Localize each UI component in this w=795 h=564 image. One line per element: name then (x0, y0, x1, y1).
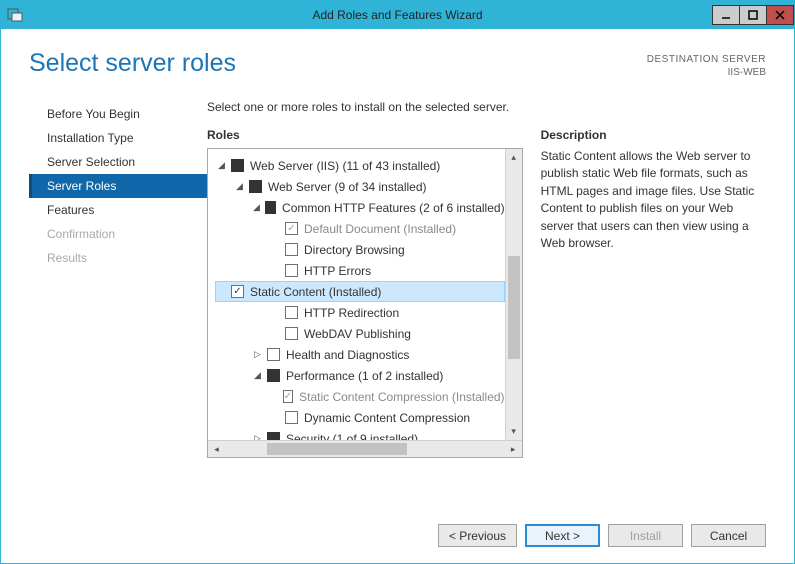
previous-button[interactable]: < Previous (438, 524, 517, 547)
tree-node[interactable]: HTTP Errors (216, 260, 505, 281)
tree-node[interactable]: Directory Browsing (216, 239, 505, 260)
tree-node-label: HTTP Redirection (304, 306, 399, 320)
next-button[interactable]: Next > (525, 524, 600, 547)
destination-info: DESTINATION SERVER IIS-WEB (647, 53, 766, 79)
scroll-up-icon[interactable]: ▴ (506, 149, 522, 166)
tree-node[interactable]: HTTP Redirection (216, 302, 505, 323)
tree-node-label: Web Server (IIS) (11 of 43 installed) (250, 159, 440, 173)
wizard-footer: < Previous Next > Install Cancel (207, 510, 766, 563)
checkbox[interactable] (267, 432, 280, 440)
chevron-down-icon[interactable]: ◢ (216, 160, 227, 171)
cancel-button[interactable]: Cancel (691, 524, 766, 547)
horizontal-scroll-thumb[interactable] (267, 443, 407, 455)
roles-heading: Roles (207, 128, 523, 142)
tree-node[interactable]: Static Content (Installed) (215, 281, 505, 302)
tree-node-label: Static Content (Installed) (250, 285, 381, 299)
tree-node[interactable]: ◢ Web Server (9 of 34 installed) (216, 176, 505, 197)
tree-node-label: Dynamic Content Compression (304, 411, 470, 425)
tree-node-label: Web Server (9 of 34 installed) (268, 180, 427, 194)
checkbox[interactable] (249, 180, 262, 193)
checkbox[interactable] (285, 243, 298, 256)
chevron-right-icon[interactable]: ▷ (252, 349, 263, 360)
tree-node[interactable]: ◢ Common HTTP Features (2 of 6 installed) (216, 197, 505, 218)
wizard-steps-sidebar: Before You BeginInstallation TypeServer … (29, 100, 207, 563)
titlebar: Add Roles and Features Wizard (1, 1, 794, 29)
checkbox[interactable] (231, 159, 244, 172)
wizard-step-2[interactable]: Server Selection (29, 150, 207, 174)
tree-node[interactable]: ◢ Web Server (IIS) (11 of 43 installed) (216, 155, 505, 176)
window-controls (713, 5, 794, 25)
tree-node[interactable]: ▷ Security (1 of 9 installed) (216, 428, 505, 440)
wizard-step-6: Results (29, 246, 207, 270)
tree-node-label: Default Document (Installed) (304, 222, 456, 236)
destination-server: IIS-WEB (647, 66, 766, 79)
window-title: Add Roles and Features Wizard (1, 8, 794, 22)
tree-node-label: Static Content Compression (Installed) (299, 390, 504, 404)
minimize-button[interactable] (712, 5, 740, 25)
close-button[interactable] (766, 5, 794, 25)
tree-node[interactable]: ▷ Health and Diagnostics (216, 344, 505, 365)
wizard-step-4[interactable]: Features (29, 198, 207, 222)
tree-node-label: Common HTTP Features (2 of 6 installed) (282, 201, 505, 215)
checkbox[interactable] (267, 369, 280, 382)
tree-node-label: Health and Diagnostics (286, 348, 409, 362)
tree-node[interactable]: WebDAV Publishing (216, 323, 505, 344)
checkbox[interactable] (231, 285, 244, 298)
chevron-right-icon[interactable]: ▷ (252, 433, 263, 440)
horizontal-scrollbar[interactable]: ◂ ▸ (208, 440, 522, 457)
destination-label: DESTINATION SERVER (647, 53, 766, 66)
install-button[interactable]: Install (608, 524, 683, 547)
roles-tree: ◢ Web Server (IIS) (11 of 43 installed) ◢ W… (207, 148, 523, 458)
roles-tree-body[interactable]: ◢ Web Server (IIS) (11 of 43 installed) ◢ W… (208, 149, 505, 440)
tree-node[interactable]: Default Document (Installed) (216, 218, 505, 239)
checkbox[interactable] (285, 306, 298, 319)
scroll-right-icon[interactable]: ▸ (505, 441, 522, 457)
checkbox[interactable] (285, 264, 298, 277)
checkbox[interactable] (285, 411, 298, 424)
vertical-scrollbar[interactable]: ▴ ▾ (505, 149, 522, 440)
instruction-text: Select one or more roles to install on t… (207, 100, 766, 114)
wizard-step-1[interactable]: Installation Type (29, 126, 207, 150)
wizard-step-0[interactable]: Before You Begin (29, 102, 207, 126)
wizard-step-5: Confirmation (29, 222, 207, 246)
chevron-down-icon[interactable]: ◢ (234, 181, 245, 192)
vertical-scroll-thumb[interactable] (508, 256, 520, 359)
tree-node-label: HTTP Errors (304, 264, 371, 278)
page-title: Select server roles (29, 49, 236, 78)
checkbox[interactable] (283, 390, 294, 403)
checkbox[interactable] (267, 348, 280, 361)
wizard-step-3[interactable]: Server Roles (29, 174, 207, 198)
scroll-down-icon[interactable]: ▾ (506, 423, 522, 440)
tree-node[interactable]: Static Content Compression (Installed) (216, 386, 505, 407)
description-text: Static Content allows the Web server to … (541, 148, 766, 252)
chevron-down-icon[interactable]: ◢ (252, 202, 261, 213)
tree-node-label: Security (1 of 9 installed) (286, 432, 418, 441)
tree-node[interactable]: Dynamic Content Compression (216, 407, 505, 428)
chevron-down-icon[interactable]: ◢ (252, 370, 263, 381)
description-heading: Description (541, 128, 766, 142)
checkbox[interactable] (285, 222, 298, 235)
checkbox[interactable] (285, 327, 298, 340)
tree-node-label: Directory Browsing (304, 243, 405, 257)
maximize-button[interactable] (739, 5, 767, 25)
tree-node[interactable]: ◢ Performance (1 of 2 installed) (216, 365, 505, 386)
tree-node-label: Performance (1 of 2 installed) (286, 369, 443, 383)
checkbox[interactable] (265, 201, 276, 214)
scroll-left-icon[interactable]: ◂ (208, 441, 225, 457)
tree-node-label: WebDAV Publishing (304, 327, 411, 341)
